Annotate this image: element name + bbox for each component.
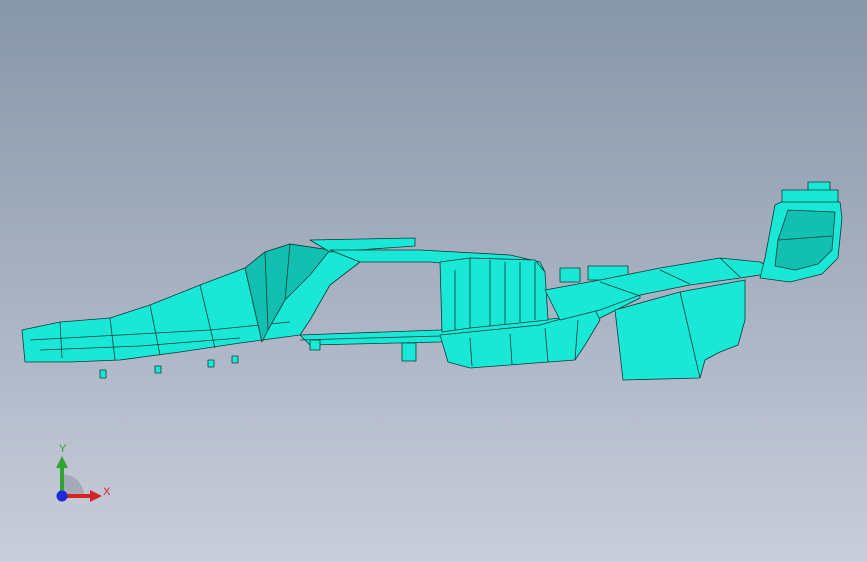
part-center-ribs: [439, 257, 549, 333]
triad-x-label: X: [103, 486, 111, 498]
orientation-triad[interactable]: [40, 436, 120, 516]
cad-viewport[interactable]: Y X: [0, 0, 867, 562]
triad-y-label: Y: [59, 443, 67, 455]
cad-part-model[interactable]: [0, 0, 867, 562]
part-clip: [99, 369, 107, 379]
triad-z-dot-icon: [56, 490, 68, 502]
